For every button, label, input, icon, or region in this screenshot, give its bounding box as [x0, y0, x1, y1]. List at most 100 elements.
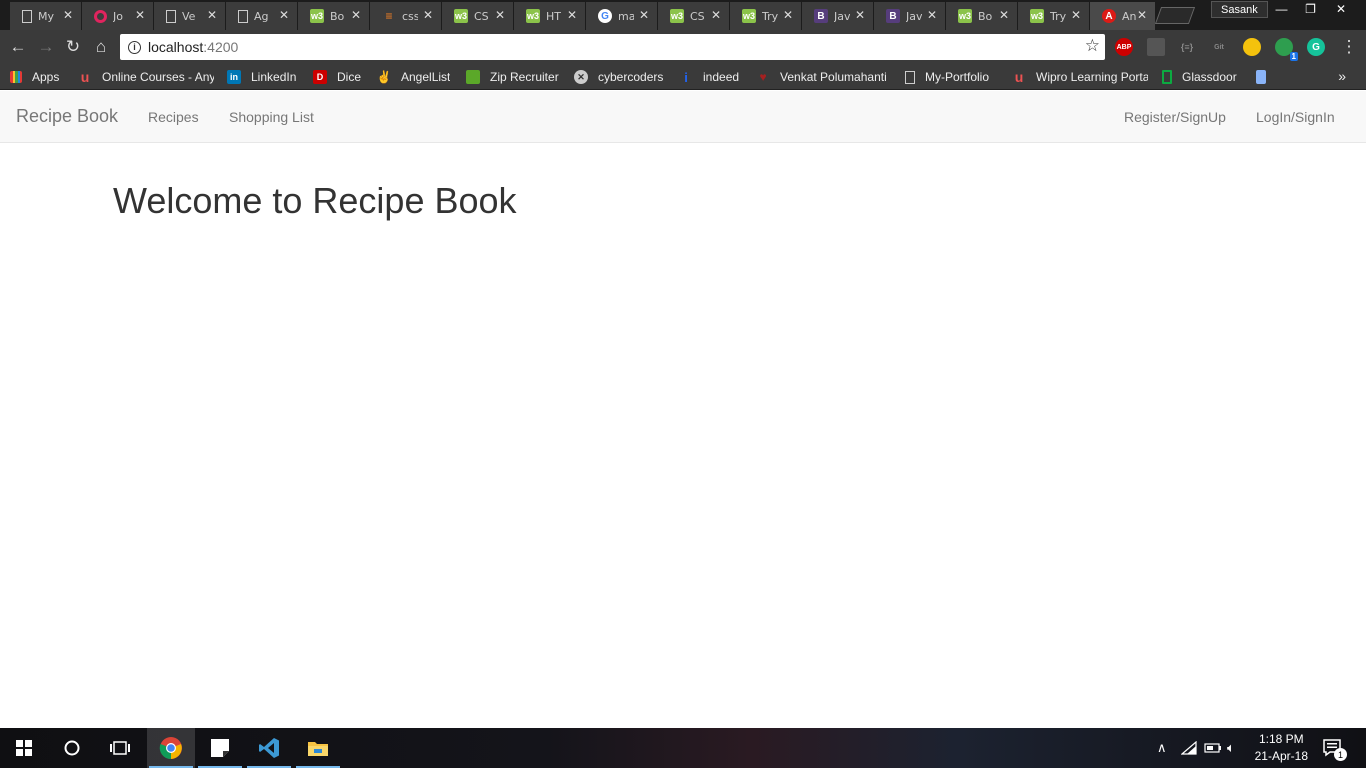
volume-icon[interactable]: 🔈︎ [1227, 728, 1235, 768]
bookmark-linkedin[interactable]: in LinkedIn [227, 68, 296, 86]
forward-arrow-icon[interactable]: → [35, 36, 57, 58]
chevron-double-right-icon[interactable]: » [1338, 68, 1346, 84]
browser-tab[interactable]: w3 Bo ✕ [946, 2, 1018, 30]
bookmark-glassdoor[interactable]: Glassdoor [1162, 68, 1237, 86]
google-icon: G [598, 9, 612, 23]
browser-tab[interactable]: w3 CS ✕ [442, 2, 514, 30]
pdf-extension-icon[interactable] [1147, 38, 1165, 56]
cybercoders-icon: ✕ [574, 70, 588, 84]
cortana-search-icon[interactable] [48, 728, 96, 768]
close-tab-icon[interactable]: ✕ [63, 8, 73, 22]
wifi-icon[interactable] [1181, 728, 1197, 768]
extension-with-badge-icon[interactable]: 1 [1275, 38, 1298, 61]
brand-link[interactable]: Recipe Book [16, 106, 118, 127]
browser-tab[interactable]: B Jav ✕ [802, 2, 874, 30]
clock-time: 1:18 PM [1258, 732, 1304, 746]
bookmark-apps[interactable]: Apps [10, 68, 59, 86]
action-center-icon[interactable]: 1 [1323, 728, 1347, 768]
chrome-taskbar-icon[interactable] [147, 728, 195, 768]
bookmark-zip-recruiter[interactable]: Zip Recruiter [466, 68, 559, 86]
ccleaner-icon[interactable] [1243, 38, 1261, 56]
close-tab-icon[interactable]: ✕ [351, 8, 361, 22]
close-tab-icon[interactable]: ✕ [783, 8, 793, 22]
browser-tab[interactable]: Ve ✕ [154, 2, 226, 30]
bookmark-cybercoders[interactable]: ✕ cybercoders [574, 68, 663, 86]
page-icon [238, 9, 248, 23]
close-window-icon[interactable]: ✕ [1325, 0, 1357, 18]
windows-start-icon[interactable] [0, 728, 48, 768]
task-view-icon[interactable] [96, 728, 144, 768]
nav-recipes[interactable]: Recipes [148, 109, 199, 125]
system-clock[interactable]: 1:18 PM 21-Apr-18 [1255, 731, 1308, 765]
w3-icon: w3 [1030, 9, 1044, 23]
page-heading: Welcome to Recipe Book [113, 180, 517, 221]
tab-title: CS [474, 9, 489, 23]
close-tab-icon[interactable]: ✕ [207, 8, 217, 22]
gitzip-icon[interactable]: Git [1210, 38, 1228, 56]
bookmark-venkat-polumahanti[interactable]: ♥ Venkat Polumahanti [756, 68, 886, 86]
profile-button[interactable]: Sasank [1211, 1, 1268, 18]
tab-title: Try [1050, 9, 1066, 23]
browser-tab[interactable]: G ma ✕ [586, 2, 658, 30]
extension-badge: 1 [1289, 52, 1298, 61]
close-tab-icon[interactable]: ✕ [135, 8, 145, 22]
bookmark-wipro-learning[interactable]: u Wipro Learning Porta [1012, 68, 1148, 86]
nav-shopping-list[interactable]: Shopping List [229, 109, 314, 125]
close-tab-icon[interactable]: ✕ [567, 8, 577, 22]
reload-icon[interactable]: ↻ [62, 36, 84, 58]
browser-tab-active[interactable]: A An ✕ [1090, 2, 1156, 30]
browser-tab[interactable]: Jo ✕ [82, 2, 154, 30]
browser-tab[interactable]: My ✕ [10, 2, 82, 30]
chevron-up-icon[interactable]: ∧ [1157, 728, 1167, 768]
close-tab-icon[interactable]: ✕ [495, 8, 505, 22]
menu-dots-icon[interactable]: ⋮ [1338, 36, 1360, 58]
tab-title: My [38, 9, 54, 23]
url-port: :4200 [203, 39, 239, 55]
adblock-plus-icon[interactable]: ABP [1115, 38, 1133, 56]
bookmark-online-courses[interactable]: u Online Courses - Any [78, 68, 214, 86]
nav-register[interactable]: Register/SignUp [1124, 109, 1226, 125]
bookmark-angellist[interactable]: ✌ AngelList [377, 68, 451, 86]
tab-title: An [1122, 9, 1137, 23]
close-tab-icon[interactable]: ✕ [1071, 8, 1081, 22]
file-explorer-icon[interactable] [294, 728, 342, 768]
restore-icon[interactable]: ❐ [1296, 0, 1325, 18]
browser-tab[interactable]: B Jav ✕ [874, 2, 946, 30]
close-tab-icon[interactable]: ✕ [855, 8, 865, 22]
vscode-icon[interactable] [245, 728, 293, 768]
json-extension-icon[interactable]: {≡} [1178, 38, 1196, 56]
close-tab-icon[interactable]: ✕ [279, 8, 289, 22]
nav-login[interactable]: LogIn/SignIn [1256, 109, 1335, 125]
browser-tab[interactable]: w3 Try ✕ [1018, 2, 1090, 30]
bookmark-my-portfolio[interactable]: My-Portfolio [905, 68, 989, 86]
home-icon[interactable]: ⌂ [90, 36, 112, 58]
browser-tab[interactable]: w3 HT ✕ [514, 2, 586, 30]
sticky-notes-icon[interactable] [196, 728, 244, 768]
browser-tab[interactable]: Ag ✕ [226, 2, 298, 30]
browser-tab[interactable]: w3 Try ✕ [730, 2, 802, 30]
bookmark-extra[interactable] [1256, 68, 1276, 86]
browser-tab[interactable]: w3 Bo ✕ [298, 2, 370, 30]
tab-title: ma [618, 9, 634, 23]
bookmark-dice[interactable]: D Dice [313, 68, 361, 86]
minimize-icon[interactable]: — [1267, 0, 1296, 18]
new-tab-button[interactable] [1154, 7, 1196, 24]
page-icon [905, 70, 915, 84]
browser-tab[interactable]: w3 CS ✕ [658, 2, 730, 30]
browser-tab[interactable]: ≡ css ✕ [370, 2, 442, 30]
bookmark-star-icon[interactable]: ☆ [1085, 36, 1100, 56]
close-tab-icon[interactable]: ✕ [1137, 8, 1147, 22]
stackoverflow-icon: ≡ [385, 9, 393, 23]
clock-date: 21-Apr-18 [1254, 749, 1308, 763]
address-bar[interactable]: i localhost :4200 ☆ [120, 34, 1105, 60]
back-arrow-icon[interactable]: ← [7, 36, 29, 58]
close-tab-icon[interactable]: ✕ [711, 8, 721, 22]
battery-icon[interactable] [1204, 728, 1222, 768]
bookmark-indeed[interactable]: i indeed [679, 68, 739, 86]
close-tab-icon[interactable]: ✕ [423, 8, 433, 22]
grammarly-icon[interactable]: G [1307, 38, 1325, 56]
close-tab-icon[interactable]: ✕ [639, 8, 649, 22]
close-tab-icon[interactable]: ✕ [999, 8, 1009, 22]
close-tab-icon[interactable]: ✕ [927, 8, 937, 22]
info-icon[interactable]: i [128, 40, 141, 54]
